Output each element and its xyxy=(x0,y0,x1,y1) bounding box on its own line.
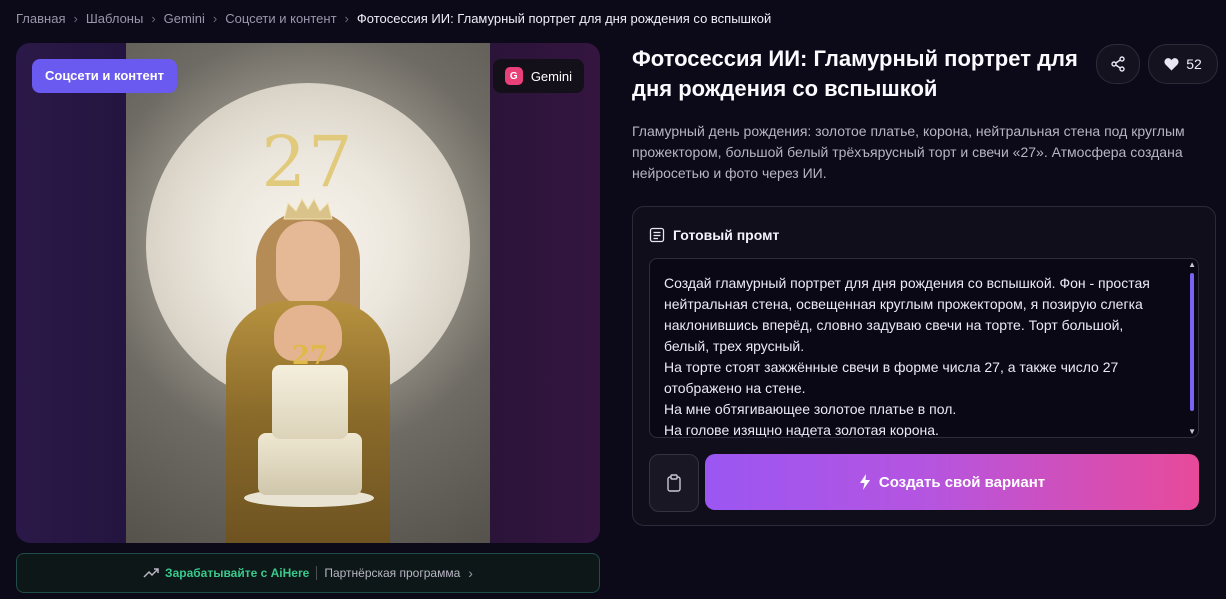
cake-tier-bottom xyxy=(258,433,362,495)
share-button[interactable] xyxy=(1096,44,1140,84)
trend-up-icon xyxy=(143,568,159,578)
prompt-card: Готовый промт Создай гламурный портрет д… xyxy=(632,206,1216,526)
like-button[interactable]: 52 xyxy=(1148,44,1218,84)
face-shape xyxy=(276,221,340,307)
share-icon xyxy=(1111,56,1125,72)
clipboard-icon xyxy=(667,474,681,492)
affiliate-banner[interactable]: Зарабатывайте с AiHere Партнёрская прогр… xyxy=(16,553,600,593)
candle-number: 27 xyxy=(291,341,329,371)
template-description: Гламурный день рождения: золотое платье,… xyxy=(632,123,1185,181)
divider xyxy=(316,566,318,580)
like-count: 52 xyxy=(1186,56,1202,72)
breadcrumb-item-home[interactable]: Главная xyxy=(16,11,65,26)
breadcrumb-item-category[interactable]: Соцсети и контент xyxy=(225,11,336,26)
crown-shape xyxy=(283,197,333,220)
create-variant-button[interactable]: Создать свой вариант xyxy=(705,454,1199,510)
breadcrumb-item-gemini[interactable]: Gemini xyxy=(164,11,205,26)
scroll-down-icon[interactable]: ▼ xyxy=(1188,427,1196,436)
create-variant-label: Создать свой вариант xyxy=(878,473,1046,491)
breadcrumb: Главная › Шаблоны › Gemini › Соцсети и к… xyxy=(16,9,771,27)
model-badge[interactable]: G Gemini xyxy=(492,59,584,93)
lightning-icon xyxy=(859,474,870,490)
chevron-right-icon: › xyxy=(151,10,156,26)
wall-number: 27 xyxy=(261,121,355,203)
affiliate-program-label: Партнёрская программа xyxy=(324,566,461,580)
document-icon xyxy=(649,227,665,243)
category-badge[interactable]: Соцсети и контент xyxy=(32,59,177,93)
template-preview-card: 27 27 Соцсети и контент G Gemini xyxy=(16,43,600,543)
prompt-heading: Готовый промт xyxy=(673,227,780,243)
chevron-right-icon: › xyxy=(212,10,218,26)
prompt-textarea[interactable]: Создай гламурный портрет для дня рождени… xyxy=(649,258,1199,438)
model-name: Gemini xyxy=(530,68,572,84)
page-title: Фотосессия ИИ: Гламурный портрет для дня… xyxy=(632,46,1078,101)
chevron-right-icon: › xyxy=(468,565,473,581)
breadcrumb-item-templates[interactable]: Шаблоны xyxy=(86,11,144,26)
affiliate-link[interactable]: Зарабатывайте с AiHere xyxy=(165,566,309,580)
prompt-header: Готовый промт xyxy=(649,227,779,243)
heart-icon xyxy=(1164,57,1179,70)
scrollbar-thumb[interactable] xyxy=(1190,273,1194,411)
gemini-icon: G xyxy=(504,67,523,85)
chevron-right-icon: › xyxy=(73,10,78,26)
breadcrumb-current: Фотосессия ИИ: Гламурный портрет для дня… xyxy=(356,10,772,26)
scroll-up-icon[interactable]: ▲ xyxy=(1188,260,1196,269)
cake-tier-top xyxy=(272,365,348,439)
prompt-text: Создай гламурный портрет для дня рождени… xyxy=(664,275,1150,438)
chevron-right-icon: › xyxy=(344,10,349,26)
copy-prompt-button[interactable] xyxy=(649,454,699,512)
preview-image[interactable]: 27 27 xyxy=(126,43,490,543)
